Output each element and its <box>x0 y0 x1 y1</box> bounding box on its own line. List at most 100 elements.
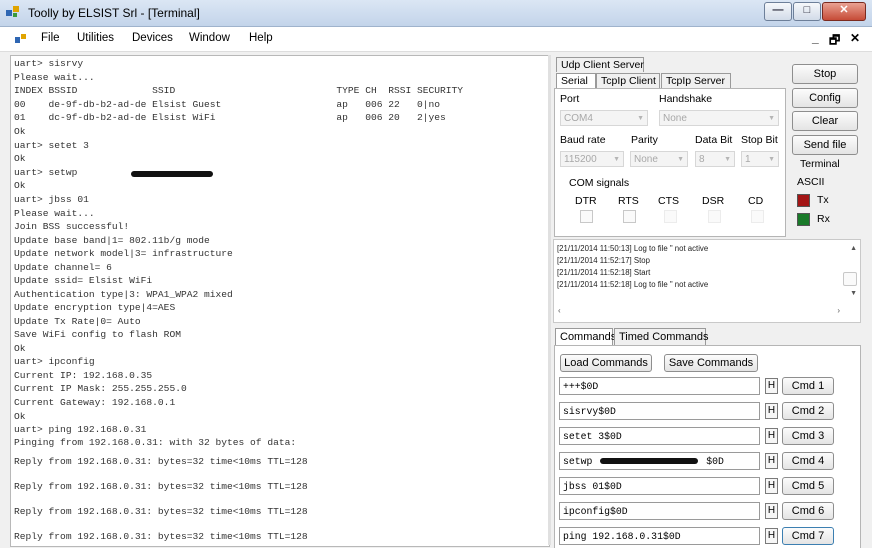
save-commands-button[interactable]: Save Commands <box>664 354 758 372</box>
terminal-line: uart> jbss 01 <box>14 194 89 205</box>
terminal-line: Update ssid= Elsist WiFi <box>14 275 153 286</box>
com-signals-label: COM signals <box>569 177 630 189</box>
terminal-output[interactable]: uart> sisrvy Please wait... INDEX BSSID … <box>10 55 550 547</box>
dsr-indicator <box>708 210 721 223</box>
terminal-line: 00 de-9f-db-b2-ad-de Elsist Guest ap 006… <box>14 99 441 110</box>
command-field-2[interactable]: sisrvy$0D <box>559 402 760 420</box>
parity-value: None <box>634 154 658 165</box>
menu-window[interactable]: Window <box>189 32 230 44</box>
cmd-6-button[interactable]: Cmd 6 <box>782 502 834 520</box>
terminal-line: Reply from 192.168.0.31: bytes=32 time<1… <box>14 481 308 492</box>
dtr-label: DTR <box>575 195 597 207</box>
cmd-5-button[interactable]: Cmd 5 <box>782 477 834 495</box>
terminal-line: Current Gateway: 192.168.0.1 <box>14 397 176 408</box>
ascii-mode-label[interactable]: ASCII <box>797 176 824 188</box>
chevron-down-icon: ▼ <box>768 156 775 163</box>
command-text: setet 3$0D <box>563 431 622 442</box>
command-text: sisrvy$0D <box>563 406 616 417</box>
tab-timed-commands[interactable]: Timed Commands <box>614 328 708 346</box>
scroll-down-icon[interactable]: ▼ <box>850 290 857 297</box>
chevron-down-icon: ▼ <box>724 156 731 163</box>
minimize-button[interactable]: — <box>764 2 792 21</box>
stop-bit-value: 1 <box>745 154 751 165</box>
cmd-7-button[interactable]: Cmd 7 <box>782 527 834 545</box>
tab-tcpip-client[interactable]: TcpIp Client <box>596 73 660 88</box>
stop-button[interactable]: Stop <box>792 64 858 84</box>
event-log[interactable]: [21/11/2014 11:50:13] Log to file " not … <box>553 239 861 323</box>
port-select[interactable]: COM4 ▼ <box>560 110 648 126</box>
config-button[interactable]: Config <box>792 88 858 108</box>
dtr-checkbox[interactable] <box>580 210 593 223</box>
terminal-line: Update channel= 6 <box>14 262 112 273</box>
mdi-restore-button[interactable]: 🗗 <box>829 31 840 52</box>
command-text: jbss 01$0D <box>563 481 622 492</box>
cts-indicator <box>664 210 677 223</box>
data-bit-select[interactable]: 8 ▼ <box>695 151 735 167</box>
chevron-down-icon: ▼ <box>637 115 644 122</box>
terminal-line: Update encryption type|4=AES <box>14 302 176 313</box>
port-label: Port <box>560 93 580 105</box>
command-field-6[interactable]: ipconfig$0D <box>559 502 760 520</box>
terminal-line: Save WiFi config to flash ROM <box>14 329 181 340</box>
close-button[interactable]: ✕ <box>822 2 866 21</box>
cmd-1-button[interactable]: Cmd 1 <box>782 377 834 395</box>
tab-udp-client-server[interactable]: Udp Client Server <box>556 57 644 72</box>
hex-toggle-4[interactable]: H <box>765 453 778 469</box>
terminal-line: Ok <box>14 126 26 137</box>
terminal-line: Reply from 192.168.0.31: bytes=32 time<1… <box>14 531 308 542</box>
menu-utilities[interactable]: Utilities <box>77 32 114 44</box>
mdi-close-button[interactable]: ✕ <box>850 31 860 45</box>
menu-bar: File Utilities Devices Window Help _ 🗗 ✕ <box>0 27 872 52</box>
hex-toggle-2[interactable]: H <box>765 403 778 419</box>
handshake-select[interactable]: None ▼ <box>659 110 779 126</box>
log-line: [21/11/2014 11:52:17] Stop <box>557 256 650 265</box>
menu-devices[interactable]: Devices <box>132 32 173 44</box>
terminal-line: Please wait... <box>14 208 95 219</box>
tab-serial[interactable]: Serial <box>556 73 596 88</box>
port-value: COM4 <box>564 113 593 124</box>
menu-help[interactable]: Help <box>249 32 273 44</box>
command-field-5[interactable]: jbss 01$0D <box>559 477 760 495</box>
command-field-7[interactable]: ping 192.168.0.31$0D <box>559 527 760 545</box>
rts-checkbox[interactable] <box>623 210 636 223</box>
document-icon <box>15 34 26 43</box>
load-commands-button[interactable]: Load Commands <box>560 354 652 372</box>
mdi-minimize-button[interactable]: _ <box>812 31 819 45</box>
command-field-3[interactable]: setet 3$0D <box>559 427 760 445</box>
clear-button[interactable]: Clear <box>792 111 858 131</box>
stop-bit-select[interactable]: 1 ▼ <box>741 151 779 167</box>
tab-commands[interactable]: Commands <box>555 328 616 346</box>
hex-toggle-7[interactable]: H <box>765 528 778 544</box>
tab-tcpip-server[interactable]: TcpIp Server <box>661 73 731 88</box>
cd-label: CD <box>748 195 764 207</box>
parity-select[interactable]: None ▼ <box>630 151 688 167</box>
hex-toggle-1[interactable]: H <box>765 378 778 394</box>
baud-rate-select[interactable]: 115200 ▼ <box>560 151 624 167</box>
commands-panel: Load Commands Save Commands +++$0D H Cmd… <box>554 345 861 548</box>
cmd-4-button[interactable]: Cmd 4 <box>782 452 834 470</box>
baud-rate-label: Baud rate <box>560 134 606 146</box>
maximize-button[interactable]: □ <box>793 2 821 21</box>
scroll-left-icon[interactable]: ‹ <box>558 306 561 315</box>
scroll-right-icon[interactable]: › <box>837 306 840 315</box>
hex-toggle-3[interactable]: H <box>765 428 778 444</box>
menu-file[interactable]: File <box>41 32 60 44</box>
data-bit-value: 8 <box>699 154 705 165</box>
hex-toggle-6[interactable]: H <box>765 503 778 519</box>
handshake-value: None <box>663 113 687 124</box>
command-field-1[interactable]: +++$0D <box>559 377 760 395</box>
send-file-button[interactable]: Send file <box>792 135 858 155</box>
handshake-label: Handshake <box>659 93 713 105</box>
cmd-3-button[interactable]: Cmd 3 <box>782 427 834 445</box>
command-field-4[interactable]: setwp $0D <box>559 452 760 470</box>
title-bar: Toolly by ELSIST Srl - [Terminal] — □ ✕ <box>0 0 872 27</box>
hex-toggle-5[interactable]: H <box>765 478 778 494</box>
terminal-line: Ok <box>14 153 26 164</box>
command-text: setwp <box>563 456 593 467</box>
command-text-suffix: $0D <box>706 456 724 467</box>
cmd-2-button[interactable]: Cmd 2 <box>782 402 834 420</box>
terminal-line: Please wait... <box>14 72 95 83</box>
log-to-file-checkbox[interactable] <box>843 272 857 286</box>
scroll-up-icon[interactable]: ▲ <box>850 245 857 252</box>
terminal-line: uart> ipconfig <box>14 356 95 367</box>
